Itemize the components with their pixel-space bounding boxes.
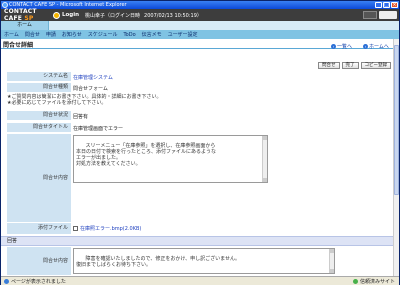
reply-textarea-scrollbar[interactable] [329,249,334,273]
reply-content-label: 問合せ内容 [7,247,71,275]
inquiry-content-textarea[interactable]: スリーメニュー「在庫参照」を選択し、在庫参照画面から 本日の日付で検索を行ったと… [73,135,268,183]
inquiry-kind-label: 問合せ種類 [7,83,71,92]
logout-button[interactable] [363,11,377,19]
nav-item-home[interactable]: ホーム [4,31,19,38]
system-name-value[interactable]: 在庫管理システム [73,74,113,81]
system-name-label: システム名 [7,72,71,81]
browser-window: CONTACT CAFE SP - Microsoft Internet Exp… [0,0,400,285]
notice-line-2: ★必要に応じてファイルを添付して下さい。 [7,100,107,106]
close-icon[interactable]: × [391,2,398,8]
status-text: ページが表示されました [11,278,66,285]
login-datetime: 2007/02/13 10:50:19） [144,12,202,19]
action-buttons: 問合せ 完了 コピー登録 [318,62,391,69]
status-label: 問合せ状況 [7,111,71,120]
subject-label: 問合せタイトル [7,123,71,132]
status-value: 回答有 [73,114,89,120]
content-label: 問合せ内容 [7,134,71,222]
textarea-scrollbar[interactable] [262,136,267,182]
vendor-logo [379,11,397,19]
globe-icon [352,279,358,284]
brand-logo: CONTACT CAFE SP [4,8,37,22]
notice-text: ★ご質問内容は簡潔にお書き下さい。具体的・詳細にお書き下さい。 ★必要に応じてフ… [7,94,162,106]
zone-text: 信頼済みサイト [359,279,395,285]
complete-button[interactable]: 完了 [341,62,359,69]
inquiry-kind-value: 問合せフォーム [73,86,108,92]
nav-item-inquiry[interactable]: 問合せ [25,31,40,38]
nav-item-news[interactable]: お知らせ [62,31,82,38]
app-header: CONTACT CAFE SP Login 桃山幸子（ログイン日時 2007/0… [1,8,399,22]
reply-content-textarea[interactable]: 障害を確認いたしましたので、修正をおかけ、申し訳ございません。 復旧までしばらく… [73,248,335,274]
login-label: Login [62,12,80,18]
status-zone: 信頼済みサイト [352,278,395,285]
nav-item-todo[interactable]: ToDo [123,32,135,38]
tab-home[interactable]: ホーム [1,21,49,30]
page-scrollbar[interactable] [393,39,399,276]
nav-item-schedule[interactable]: スケジュール [88,31,118,38]
nav-item-memo[interactable]: 伝言メモ [142,31,162,38]
inquiry-button[interactable]: 問合せ [318,62,340,69]
attachment-checkbox[interactable] [73,226,78,231]
main-content: 問合せ詳細 › 一覧へ › ホームへ 問合せ 完了 コピー登録 システム名 在庫… [1,39,399,276]
title-bar: CONTACT CAFE SP - Microsoft Internet Exp… [1,1,399,9]
nav-item-application[interactable]: 申請 [46,31,56,38]
nav-item-user-settings[interactable]: ユーザー設定 [168,31,198,38]
attachment-link[interactable]: 在庫照エラー.bmp(2.0KB) [80,225,141,232]
back-to-list-link[interactable]: › 一覧へ [331,43,352,50]
attachment-row: 在庫照エラー.bmp(2.0KB) [73,225,141,232]
user-name: 桃山幸子（ログイン日時 [85,12,141,19]
window-controls: _ □ × [375,2,398,8]
back-to-home-link[interactable]: › ホームへ [363,43,389,50]
page-icon [4,278,9,284]
attachment-label: 添付ファイル [7,223,71,234]
tab-row: ホーム [1,21,399,30]
arrow-right-icon: › [331,44,336,49]
arrow-right-icon: › [363,44,368,49]
maximize-icon[interactable]: □ [383,2,390,8]
reply-section-header: 回答 [1,236,399,246]
copy-register-button[interactable]: コピー登録 [360,62,391,69]
login-icon [53,11,60,19]
scrollbar-thumb[interactable] [394,45,399,195]
minimize-icon[interactable]: _ [375,2,382,8]
subject-value: 在庫管理画面でエラー [73,126,124,132]
status-bar: ページが表示されました 信頼済みサイト [1,276,399,285]
main-nav: ホーム 問合せ 申請 お知らせ スケジュール ToDo 伝言メモ ユーザー設定 [1,30,399,39]
